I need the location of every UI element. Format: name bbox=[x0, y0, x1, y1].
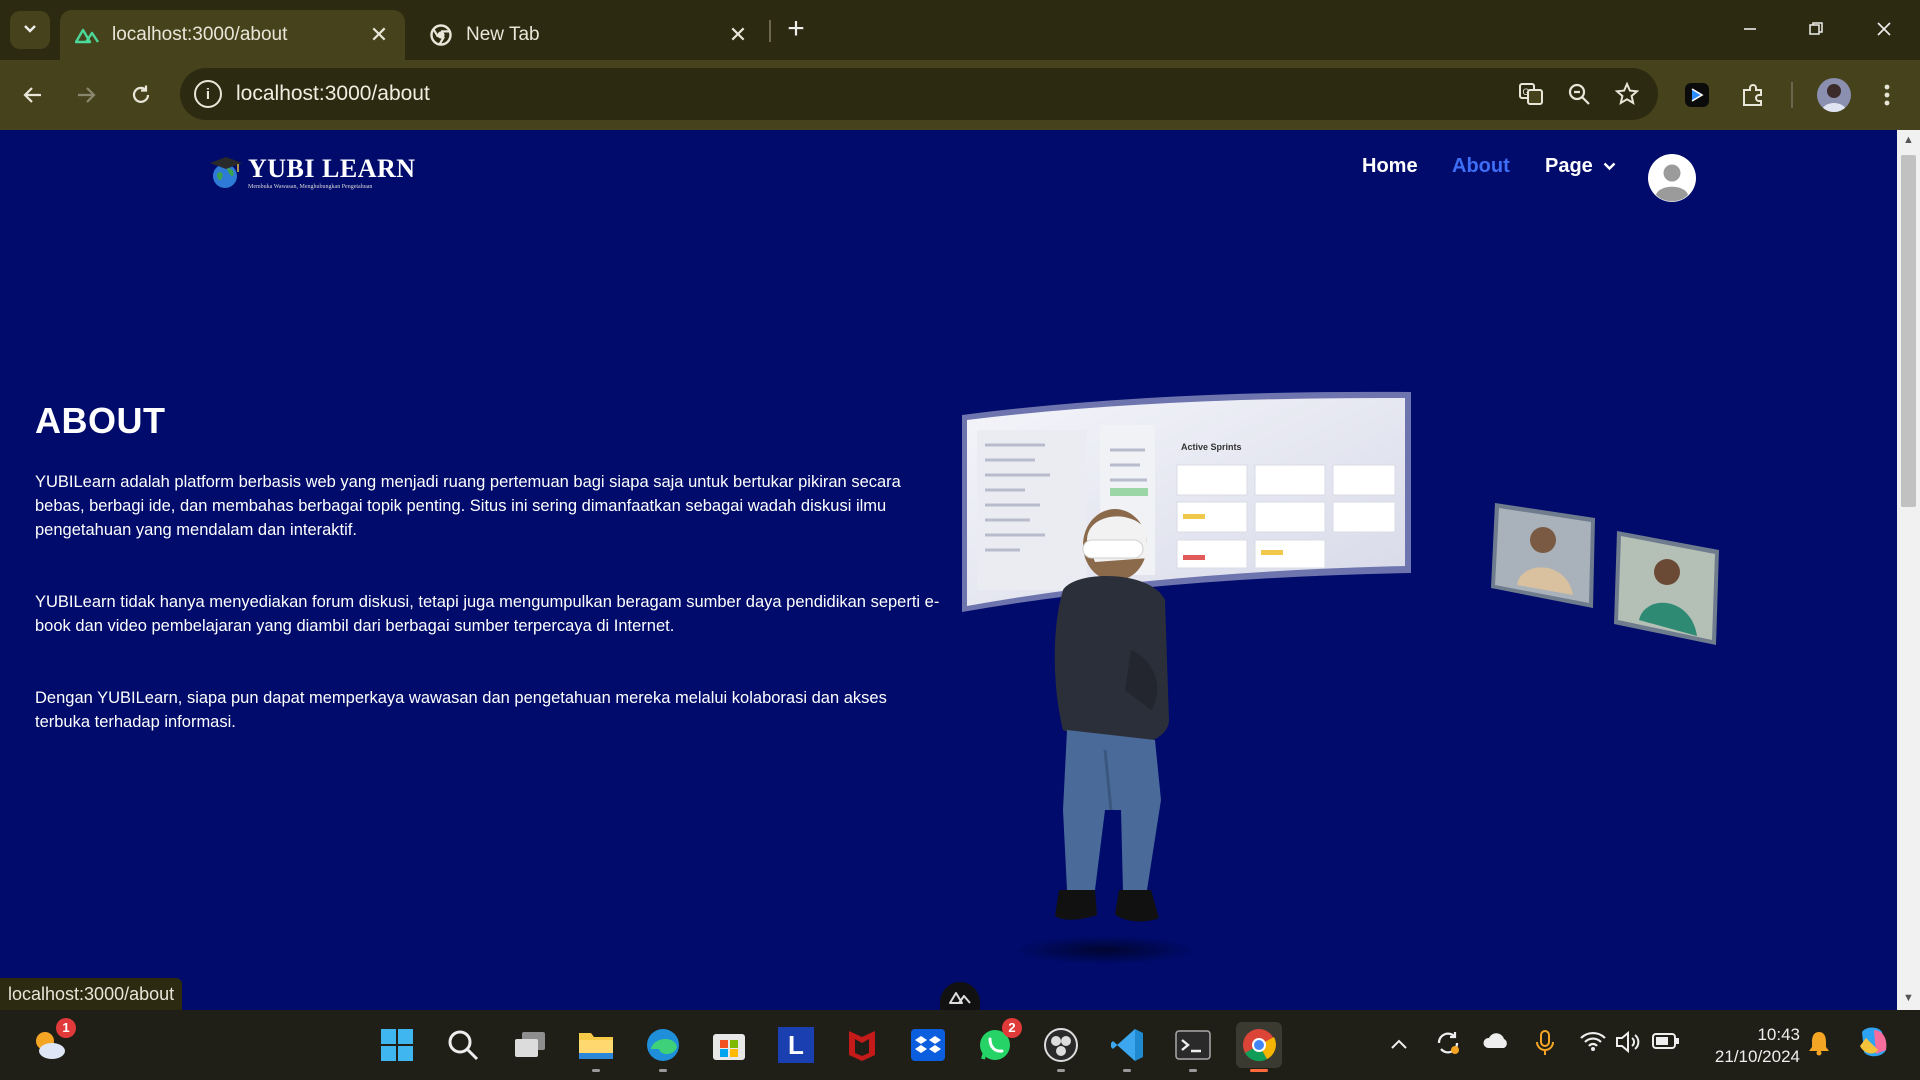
user-avatar-icon[interactable] bbox=[1648, 154, 1696, 202]
chevron-down-icon bbox=[23, 21, 37, 39]
battery-icon[interactable] bbox=[1652, 1030, 1680, 1056]
nav-home[interactable]: Home bbox=[1362, 155, 1418, 178]
close-window-icon[interactable] bbox=[1864, 14, 1904, 46]
nav-about[interactable]: About bbox=[1452, 155, 1510, 178]
minimize-icon[interactable] bbox=[1730, 14, 1770, 46]
chevron-down-icon bbox=[1603, 162, 1616, 171]
about-paragraph-1: YUBILearn adalah platform berbasis web y… bbox=[35, 473, 901, 539]
restore-icon[interactable] bbox=[1796, 14, 1836, 46]
video-call-tile-2 bbox=[1614, 531, 1719, 645]
tab-title: localhost:3000/about bbox=[112, 24, 288, 45]
about-section: ABOUT YUBILearn adalah platform berbasis… bbox=[35, 400, 945, 782]
whatsapp-badge: 2 bbox=[1002, 1018, 1022, 1038]
translate-icon[interactable]: G bbox=[1514, 77, 1548, 111]
vscode-icon[interactable] bbox=[1104, 1022, 1150, 1072]
about-paragraph-2: YUBILearn tidak hanya menyediakan forum … bbox=[35, 593, 940, 635]
wifi-icon[interactable] bbox=[1580, 1030, 1606, 1058]
logo-wordmark: YUBI LEARN Membuka Wawasan, Menghubungka… bbox=[248, 154, 416, 190]
logo-tagline: Membuka Wawasan, Menghubungkan Pengetahu… bbox=[248, 184, 373, 190]
windows-start-icon[interactable] bbox=[374, 1022, 420, 1068]
address-bar[interactable]: i localhost:3000/about G bbox=[180, 68, 1658, 120]
site-info-icon[interactable]: i bbox=[194, 80, 222, 108]
chrome-icon bbox=[428, 22, 454, 48]
launcher-l-icon[interactable]: L bbox=[773, 1022, 819, 1068]
file-explorer-icon[interactable] bbox=[573, 1022, 619, 1072]
notification-bell-icon[interactable] bbox=[1808, 1030, 1830, 1062]
scroll-up-icon[interactable]: ▲ bbox=[1902, 134, 1915, 147]
graduation-cap-globe-icon bbox=[208, 154, 244, 190]
edge-browser-icon[interactable] bbox=[640, 1022, 686, 1072]
sync-icon[interactable] bbox=[1435, 1030, 1461, 1062]
windows-taskbar: 1 L 2 10:43 21/10/2024 bbox=[0, 1010, 1920, 1080]
whatsapp-icon[interactable]: 2 bbox=[972, 1018, 1022, 1068]
extension-app-icon[interactable] bbox=[1680, 78, 1714, 112]
task-view-icon[interactable] bbox=[507, 1022, 553, 1068]
zoom-icon[interactable] bbox=[1562, 77, 1596, 111]
svg-text:G: G bbox=[1523, 87, 1530, 97]
forward-icon[interactable] bbox=[69, 78, 103, 112]
show-hidden-icons-chevron[interactable] bbox=[1390, 1030, 1408, 1056]
tab-separator bbox=[769, 20, 771, 42]
profile-avatar-icon[interactable] bbox=[1817, 78, 1851, 112]
search-icon[interactable] bbox=[440, 1022, 486, 1068]
tab-new-tab[interactable]: New Tab ✕ bbox=[414, 10, 764, 60]
copilot-icon[interactable] bbox=[1856, 1024, 1892, 1066]
video-call-tile-1 bbox=[1491, 503, 1595, 608]
page-viewport: YUBI LEARN Membuka Wawasan, Menghubungka… bbox=[0, 130, 1897, 1010]
about-heading: ABOUT bbox=[35, 400, 166, 441]
logo-name: YUBI LEARN bbox=[248, 154, 416, 183]
tab-title: New Tab bbox=[466, 24, 540, 45]
link-status-bar: localhost:3000/about bbox=[0, 978, 183, 1010]
mcafee-icon[interactable] bbox=[839, 1022, 885, 1068]
close-icon[interactable]: ✕ bbox=[726, 22, 750, 48]
menu-kebab-icon[interactable] bbox=[1870, 78, 1904, 112]
terminal-icon[interactable] bbox=[1170, 1022, 1216, 1072]
about-paragraph-3: Dengan YUBILearn, siapa pun dapat memper… bbox=[35, 689, 887, 731]
onedrive-cloud-icon[interactable] bbox=[1482, 1030, 1510, 1056]
clock-date: 21/10/2024 bbox=[1714, 1047, 1800, 1066]
site-logo[interactable]: YUBI LEARN Membuka Wawasan, Menghubungka… bbox=[208, 154, 416, 190]
floating-dashboard-panel: Active Sprints bbox=[962, 391, 1411, 612]
scroll-down-icon[interactable]: ▼ bbox=[1902, 992, 1915, 1005]
tab-search-button[interactable] bbox=[10, 11, 50, 49]
new-tab-button[interactable]: + bbox=[780, 14, 812, 46]
bookmark-star-icon[interactable] bbox=[1610, 77, 1644, 111]
nuxt-icon bbox=[74, 22, 100, 48]
volume-icon[interactable] bbox=[1615, 1030, 1643, 1060]
launcher-letter: L bbox=[778, 1027, 814, 1063]
extensions-puzzle-icon[interactable] bbox=[1736, 78, 1770, 112]
hero-illustration: Active Sprints bbox=[955, 390, 1745, 970]
system-clock[interactable]: 10:43 21/10/2024 bbox=[1700, 1024, 1800, 1068]
reload-icon[interactable] bbox=[124, 78, 158, 112]
panel-title: Active Sprints bbox=[1181, 442, 1242, 452]
chrome-taskbar-icon[interactable] bbox=[1236, 1022, 1282, 1072]
toolbar-separator bbox=[1791, 82, 1793, 108]
weather-badge: 1 bbox=[56, 1018, 76, 1038]
browser-toolbar: i localhost:3000/about G bbox=[0, 60, 1920, 130]
browser-tab-strip: localhost:3000/about ✕ New Tab ✕ + bbox=[0, 0, 1920, 60]
scrollbar-thumb[interactable] bbox=[1901, 155, 1916, 507]
weather-widget-icon[interactable]: 1 bbox=[26, 1018, 76, 1068]
page-scrollbar[interactable]: ▲ ▼ bbox=[1897, 130, 1920, 1010]
back-icon[interactable] bbox=[16, 78, 50, 112]
nav-page-dropdown[interactable]: Page bbox=[1545, 155, 1616, 178]
close-icon[interactable]: ✕ bbox=[367, 22, 391, 48]
microsoft-store-icon[interactable] bbox=[706, 1022, 752, 1068]
tab-about[interactable]: localhost:3000/about ✕ bbox=[60, 10, 405, 60]
dropbox-icon[interactable] bbox=[905, 1022, 951, 1068]
microphone-icon[interactable] bbox=[1535, 1030, 1555, 1062]
obs-studio-icon[interactable] bbox=[1038, 1022, 1084, 1072]
clock-time: 10:43 bbox=[1757, 1025, 1800, 1044]
nav-page-label: Page bbox=[1545, 154, 1593, 177]
address-url[interactable]: localhost:3000/about bbox=[236, 82, 1514, 106]
